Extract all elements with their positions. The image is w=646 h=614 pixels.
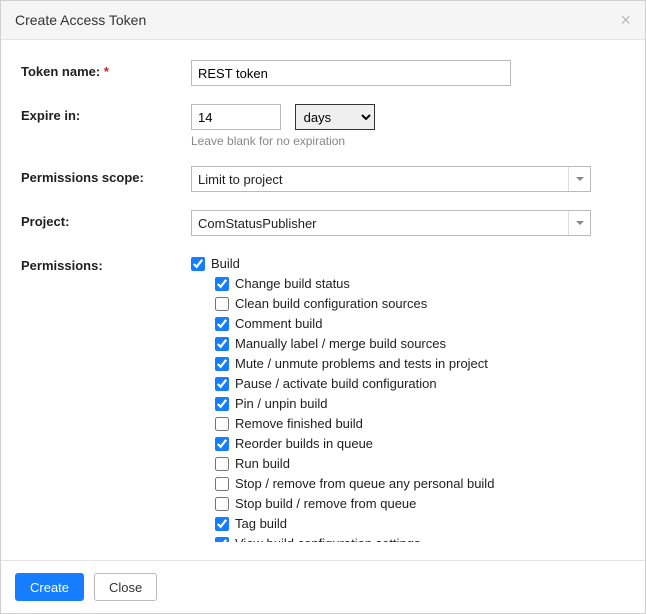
permission-item: Run build [191,454,621,474]
permission-label: Comment build [235,315,322,333]
project-combo[interactable]: ComStatusPublisher [191,210,591,236]
permissions-panel[interactable]: Build Change build status Clean build con… [191,254,625,542]
row-expire-in: Expire in: days Leave blank for no expir… [21,104,625,148]
expire-value-input[interactable] [191,104,281,130]
permission-label: Reorder builds in queue [235,435,373,453]
permission-item: Remove finished build [191,414,621,434]
chevron-down-icon [568,167,590,191]
permission-checkbox[interactable] [215,317,229,331]
permission-label: View build configuration settings [235,535,421,542]
permission-label: Pin / unpin build [235,395,328,413]
permission-group-build: Build Change build status Clean build con… [191,254,621,542]
permission-label: Clean build configuration sources [235,295,427,313]
permission-item: Mute / unmute problems and tests in proj… [191,354,621,374]
label-expire-in: Expire in: [21,104,191,123]
dialog-header: Create Access Token × [1,1,645,40]
dialog-title: Create Access Token [15,12,146,28]
permission-checkbox[interactable] [215,377,229,391]
permission-group-checkbox[interactable] [191,257,205,271]
permissions-scope-combo[interactable]: Limit to project [191,166,591,192]
expire-hint: Leave blank for no expiration [191,134,625,148]
label-permissions: Permissions: [21,254,191,542]
permission-label: Stop build / remove from queue [235,495,416,513]
permission-checkbox[interactable] [215,397,229,411]
permission-group-label: Build [211,255,240,273]
required-mark: * [104,64,109,79]
permission-group-header: Build [191,254,621,274]
label-permissions-scope: Permissions scope: [21,166,191,185]
permission-checkbox[interactable] [215,297,229,311]
close-icon[interactable]: × [620,11,631,29]
permission-checkbox[interactable] [215,537,229,542]
row-permissions-scope: Permissions scope: Limit to project [21,166,625,192]
permission-item: Change build status [191,274,621,294]
row-project: Project: ComStatusPublisher [21,210,625,236]
permission-checkbox[interactable] [215,457,229,471]
permission-checkbox[interactable] [215,437,229,451]
token-name-input[interactable] [191,60,511,86]
permission-item: Comment build [191,314,621,334]
permission-label: Remove finished build [235,415,363,433]
permission-label: Mute / unmute problems and tests in proj… [235,355,488,373]
permission-label: Manually label / merge build sources [235,335,446,353]
permission-label: Tag build [235,515,287,533]
permission-checkbox[interactable] [215,417,229,431]
permission-label: Stop / remove from queue any personal bu… [235,475,494,493]
permissions-scope-value: Limit to project [198,172,283,187]
label-project: Project: [21,210,191,229]
permission-item: Stop / remove from queue any personal bu… [191,474,621,494]
permission-label: Change build status [235,275,350,293]
permission-checkbox[interactable] [215,517,229,531]
permission-item: Manually label / merge build sources [191,334,621,354]
permission-item: Reorder builds in queue [191,434,621,454]
label-token-name: Token name: * [21,60,191,79]
close-button[interactable]: Close [94,573,157,601]
expire-unit-select[interactable]: days [295,104,375,130]
permission-label: Run build [235,455,290,473]
chevron-down-icon [568,211,590,235]
permission-checkbox[interactable] [215,277,229,291]
permission-item: Pause / activate build configuration [191,374,621,394]
permission-checkbox[interactable] [215,477,229,491]
dialog-body: Token name: * Expire in: days Leave blan… [1,40,645,560]
permission-item: Clean build configuration sources [191,294,621,314]
permission-checkbox[interactable] [215,497,229,511]
dialog-footer: Create Close [1,560,645,613]
permission-label: Pause / activate build configuration [235,375,437,393]
row-token-name: Token name: * [21,60,625,86]
create-access-token-dialog: Create Access Token × Token name: * Expi… [0,0,646,614]
permission-checkbox[interactable] [215,337,229,351]
project-value: ComStatusPublisher [198,216,317,231]
permission-item: Pin / unpin build [191,394,621,414]
permission-checkbox[interactable] [215,357,229,371]
permission-item: View build configuration settings [191,534,621,542]
create-button[interactable]: Create [15,573,84,601]
permission-item: Stop build / remove from queue [191,494,621,514]
permission-item: Tag build [191,514,621,534]
row-permissions: Permissions: Build Change build status Cl… [21,254,625,542]
